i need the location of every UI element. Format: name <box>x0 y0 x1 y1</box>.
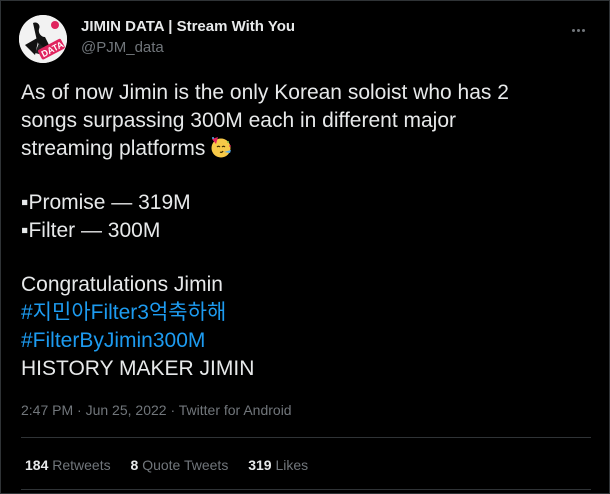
hashtag-link[interactable]: #지민아Filter3억축하해 <box>21 301 226 324</box>
congrats-text: Congratulations Jimin <box>21 273 223 296</box>
retweets-count: 184 <box>25 457 49 473</box>
retweets-label: Retweets <box>52 457 111 473</box>
closing-text: HISTORY MAKER JIMIN <box>21 357 255 380</box>
quote-tweets-stat[interactable]: 8 Quote Tweets <box>131 457 229 473</box>
avatar[interactable]: DATA <box>19 15 67 63</box>
tweet-meta: 2:47 PM · Jun 25, 2022 · Twitter for And… <box>21 402 292 418</box>
display-name[interactable]: JIMIN DATA | Stream With You <box>81 18 295 36</box>
tweet-source[interactable]: Twitter for Android <box>179 402 292 418</box>
text-line-2: songs surpassing 300M each in different … <box>21 109 457 132</box>
text-line-1: As of now Jimin is the only Korean soloi… <box>21 81 509 104</box>
likes-count: 319 <box>248 457 272 473</box>
meta-separator: · <box>166 402 179 418</box>
list-item-filter: ▪Filter — 300M <box>21 219 161 242</box>
meta-separator: · <box>73 402 86 418</box>
tweet-stats: 184 Retweets 8 Quote Tweets 319 Likes <box>25 457 324 473</box>
tweet-time[interactable]: 2:47 PM <box>21 402 73 418</box>
quote-tweets-label: Quote Tweets <box>142 457 229 473</box>
text-line-3: streaming platforms <box>21 135 591 163</box>
divider <box>21 437 591 438</box>
likes-stat[interactable]: 319 Likes <box>248 457 308 473</box>
retweets-stat[interactable]: 184 Retweets <box>25 457 111 473</box>
hashtag-link[interactable]: #FilterByJimin300M <box>21 329 205 352</box>
author-names: JIMIN DATA | Stream With You @PJM_data <box>81 18 295 58</box>
likes-label: Likes <box>275 457 309 473</box>
tweet-card: DATA JIMIN DATA | Stream With You @PJM_d… <box>0 0 610 494</box>
tweet-text: As of now Jimin is the only Korean soloi… <box>21 79 591 383</box>
partying-face-icon <box>211 137 232 158</box>
tweet-date[interactable]: Jun 25, 2022 <box>86 402 167 418</box>
divider <box>21 489 591 490</box>
tweet-header: DATA JIMIN DATA | Stream With You @PJM_d… <box>19 15 593 63</box>
more-options-icon[interactable] <box>571 19 589 37</box>
text-line-3-content: streaming platforms <box>21 137 206 160</box>
avatar-image-icon: DATA <box>19 15 67 63</box>
quote-tweets-count: 8 <box>130 457 139 473</box>
list-item-promise: ▪Promise — 319M <box>21 191 191 214</box>
user-handle[interactable]: @PJM_data <box>81 38 295 58</box>
